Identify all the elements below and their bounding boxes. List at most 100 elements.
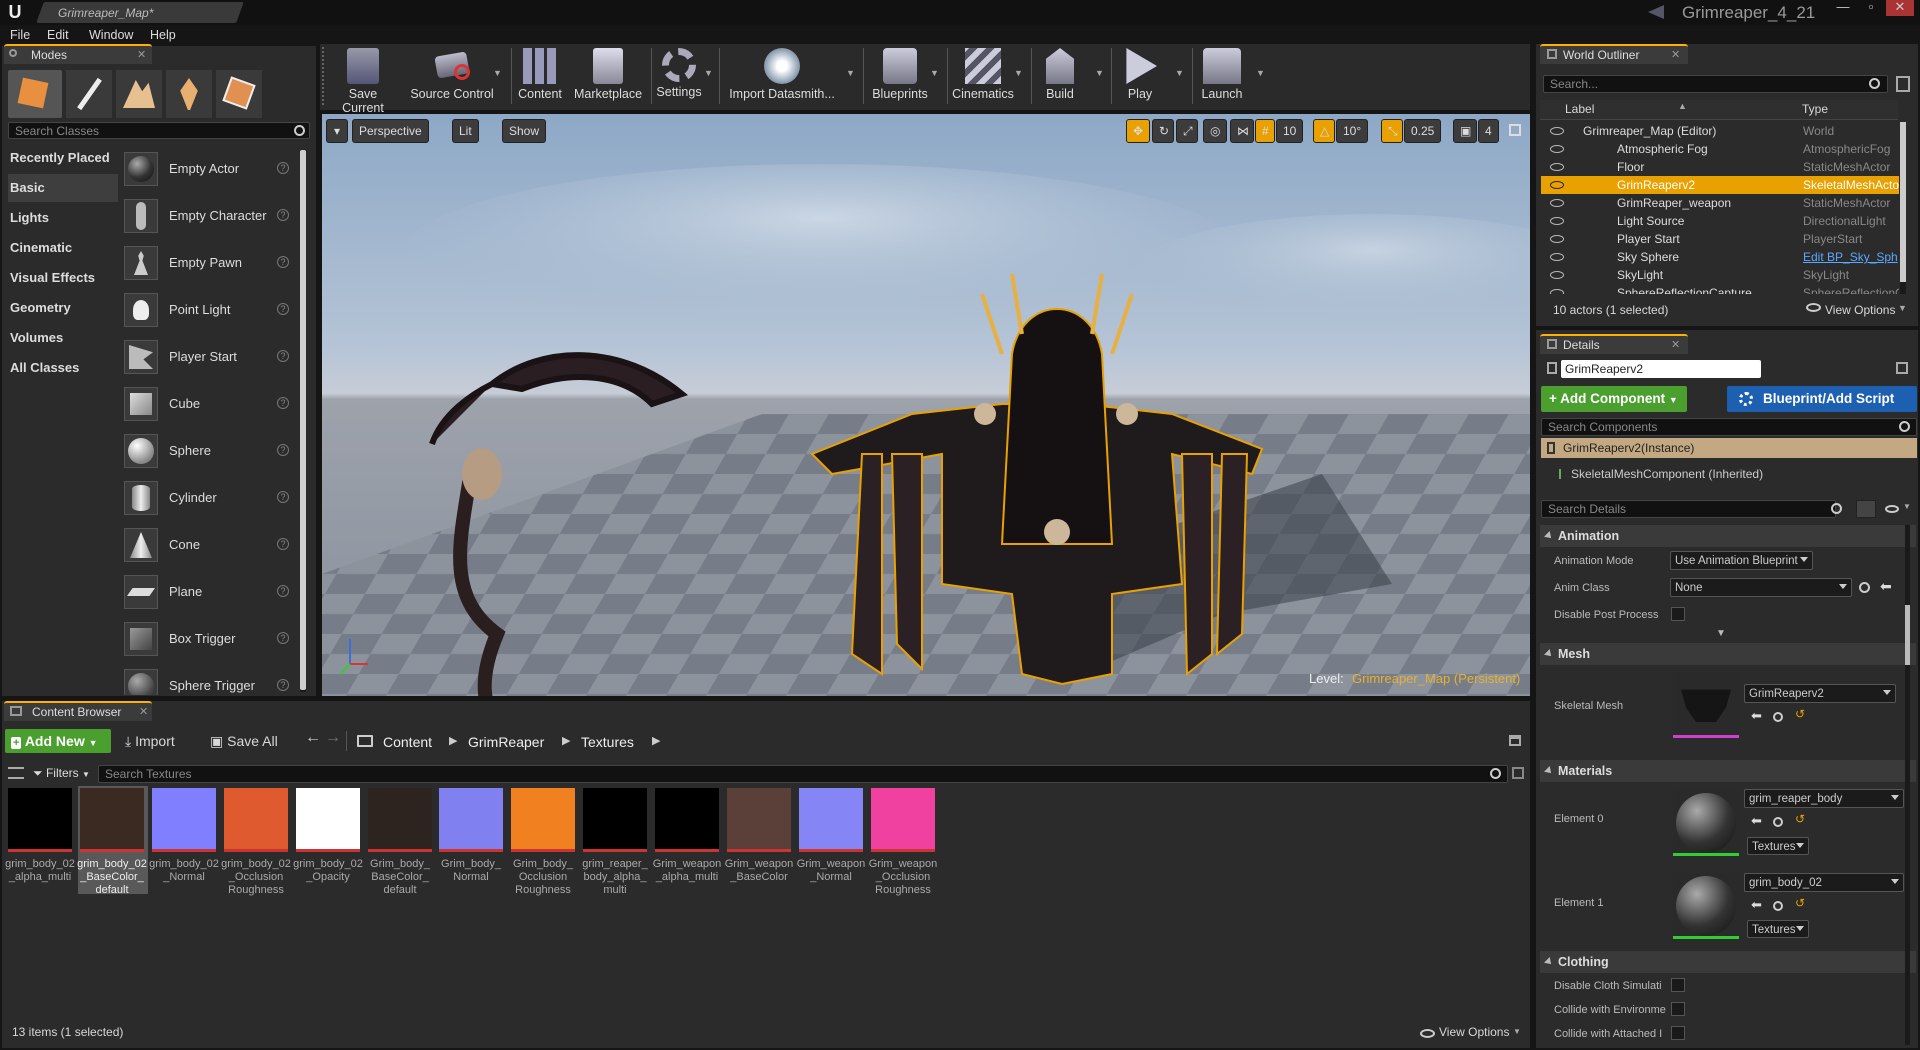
close-icon[interactable]: ✕ [137, 48, 146, 61]
build-button[interactable]: Build [1034, 48, 1086, 106]
browse-asset-icon[interactable] [1859, 582, 1870, 593]
sort-ascending-icon[interactable]: ▲ [1678, 101, 1687, 111]
help-icon[interactable]: ? [277, 679, 289, 691]
scrollbar-thumb[interactable] [1905, 605, 1910, 665]
asset-thumbnail[interactable] [152, 788, 216, 852]
filters-button[interactable]: ⏷ Filters ▼ [33, 766, 90, 781]
add-component-button[interactable]: + Add Component ▼ [1541, 386, 1687, 412]
marketplace-button[interactable]: Marketplace [570, 48, 646, 106]
play-dropdown-icon[interactable]: ▼ [1175, 68, 1184, 78]
component-instance-row[interactable]: GrimReaperv2(Instance) [1541, 438, 1917, 458]
rotation-snap-toggle[interactable]: △ [1313, 119, 1335, 143]
help-icon[interactable]: ? [277, 538, 289, 550]
outliner-row[interactable]: Grimreaper_Map (Editor) World [1541, 122, 1899, 140]
landscape-mode-button[interactable] [116, 70, 162, 118]
viewport-options-button[interactable]: ▾ [326, 119, 348, 143]
help-icon[interactable]: ? [277, 209, 289, 221]
perspective-button[interactable]: Perspective [352, 119, 429, 143]
modes-tab[interactable] [4, 44, 152, 64]
materials-section-header[interactable]: Materials [1540, 760, 1916, 782]
asset-thumbnail[interactable] [80, 788, 144, 852]
blueprints-dropdown-icon[interactable]: ▼ [930, 68, 939, 78]
help-icon[interactable]: ? [277, 350, 289, 362]
help-icon[interactable]: ? [277, 444, 289, 456]
material-thumbnail-0[interactable] [1673, 790, 1739, 856]
asset-thumbnail[interactable] [799, 788, 863, 852]
outliner-row-selected[interactable]: GrimReaperv2 SkeletalMeshActo [1541, 176, 1899, 194]
reset-to-default-icon[interactable]: ↺ [1795, 896, 1805, 910]
type-column-header[interactable]: Type [1802, 102, 1828, 116]
details-scrollbar[interactable] [1905, 525, 1910, 1045]
back-arrow-icon[interactable]: ← [305, 729, 321, 747]
component-tree-row[interactable]: SkeletalMeshComponent (Inherited) [1541, 463, 1917, 485]
place-item-empty-pawn[interactable]: Empty Pawn? [124, 240, 294, 285]
category-cinematic[interactable]: Cinematic [8, 234, 118, 262]
import-datasmith-button[interactable]: Import Datasmith... [722, 48, 842, 106]
visibility-eye-icon[interactable] [1550, 271, 1564, 279]
view-mode-button[interactable]: Lit [452, 119, 479, 143]
asset-thumbnail[interactable] [368, 788, 432, 852]
cinematics-dropdown-icon[interactable]: ▼ [1014, 68, 1023, 78]
close-icon[interactable]: ✕ [1671, 48, 1680, 61]
breadcrumb-arrow-icon[interactable]: ▶ [562, 734, 570, 747]
outliner-view-options[interactable]: View Options [1825, 303, 1895, 317]
minimize-button[interactable]: — [1829, 0, 1857, 16]
visibility-eye-icon[interactable] [1550, 199, 1564, 207]
outliner-search-input[interactable]: Search... [1543, 75, 1888, 93]
camera-speed-button[interactable]: ▣ [1453, 119, 1477, 143]
outliner-row[interactable]: Sky Sphere Edit BP_Sky_Sph [1541, 248, 1899, 266]
label-column-header[interactable]: Label [1565, 102, 1594, 116]
expand-advanced-icon[interactable]: ▼ [1716, 628, 1726, 639]
breadcrumb-textures[interactable]: Textures [581, 732, 634, 752]
outliner-row[interactable]: Player Start PlayerStart [1541, 230, 1899, 248]
visibility-eye-icon[interactable] [1550, 253, 1564, 261]
breadcrumb-content[interactable]: Content [383, 732, 432, 752]
material-thumbnail-1[interactable] [1673, 873, 1739, 939]
edit-blueprint-link[interactable]: Edit BP_Sky_Sph [1803, 248, 1898, 266]
scale-snap-toggle[interactable]: ⤡ [1381, 119, 1403, 143]
outliner-row[interactable]: Atmospheric Fog AtmosphericFog [1541, 140, 1899, 158]
actor-name-input[interactable]: GrimReaperv2 [1561, 360, 1761, 378]
material-dropdown-0[interactable]: grim_reaper_body [1744, 789, 1904, 808]
blueprint-add-script-button[interactable]: Blueprint/Add Script [1727, 386, 1917, 412]
asset-thumbnail[interactable] [296, 788, 360, 852]
disable-post-process-checkbox[interactable] [1671, 607, 1685, 621]
material-filter-dropdown-1[interactable]: Textures [1747, 920, 1809, 938]
grid-snap-toggle[interactable]: # [1255, 119, 1275, 143]
datasmith-dropdown-icon[interactable]: ▼ [846, 68, 855, 78]
scale-snap-value[interactable]: 0.25 [1404, 119, 1442, 143]
use-selected-arrow-icon[interactable]: ⬅ [1751, 813, 1762, 829]
browse-asset-icon[interactable] [1773, 817, 1783, 827]
grid-snap-value[interactable]: 10 [1276, 119, 1304, 143]
add-new-button[interactable]: + Add New ▼ [5, 729, 111, 753]
category-basic[interactable]: Basic [8, 174, 118, 202]
close-icon[interactable]: ✕ [139, 705, 148, 718]
help-icon[interactable]: ? [277, 162, 289, 174]
animation-mode-dropdown[interactable]: Use Animation Blueprint [1670, 551, 1813, 570]
use-selected-arrow-icon[interactable]: ⬅ [1880, 578, 1892, 595]
lock-icon[interactable] [1896, 362, 1908, 374]
source-control-dropdown-icon[interactable]: ▼ [493, 68, 502, 78]
help-icon[interactable]: ? [277, 585, 289, 597]
chevron-down-icon[interactable]: ▼ [1898, 303, 1907, 313]
material-filter-dropdown-0[interactable]: Textures [1747, 837, 1809, 855]
category-all-classes[interactable]: All Classes [8, 354, 118, 382]
menu-window[interactable]: Window [89, 25, 133, 45]
help-icon[interactable]: ? [277, 397, 289, 409]
asset-thumbnail[interactable] [8, 788, 72, 852]
breadcrumb-grimreaper[interactable]: GrimReaper [468, 732, 544, 752]
property-matrix-icon[interactable] [1856, 500, 1876, 518]
place-item-sphere-trigger[interactable]: Sphere Trigger? [124, 663, 294, 695]
reset-to-default-icon[interactable]: ↺ [1795, 707, 1805, 721]
translate-tool-button[interactable]: ✥ [1126, 119, 1150, 143]
search-textures-input[interactable]: Search Textures [98, 765, 1508, 783]
anim-class-dropdown[interactable]: None [1670, 578, 1852, 597]
asset-thumbnail[interactable] [655, 788, 719, 852]
visibility-eye-icon[interactable] [1550, 181, 1564, 189]
animation-section-header[interactable]: Animation [1540, 525, 1916, 547]
visibility-eye-icon[interactable] [1550, 127, 1564, 135]
new-folder-icon[interactable] [1896, 76, 1910, 92]
category-visual-effects[interactable]: Visual Effects [8, 264, 118, 292]
visibility-eye-icon[interactable] [1550, 145, 1564, 153]
menu-file[interactable]: File [10, 25, 30, 45]
